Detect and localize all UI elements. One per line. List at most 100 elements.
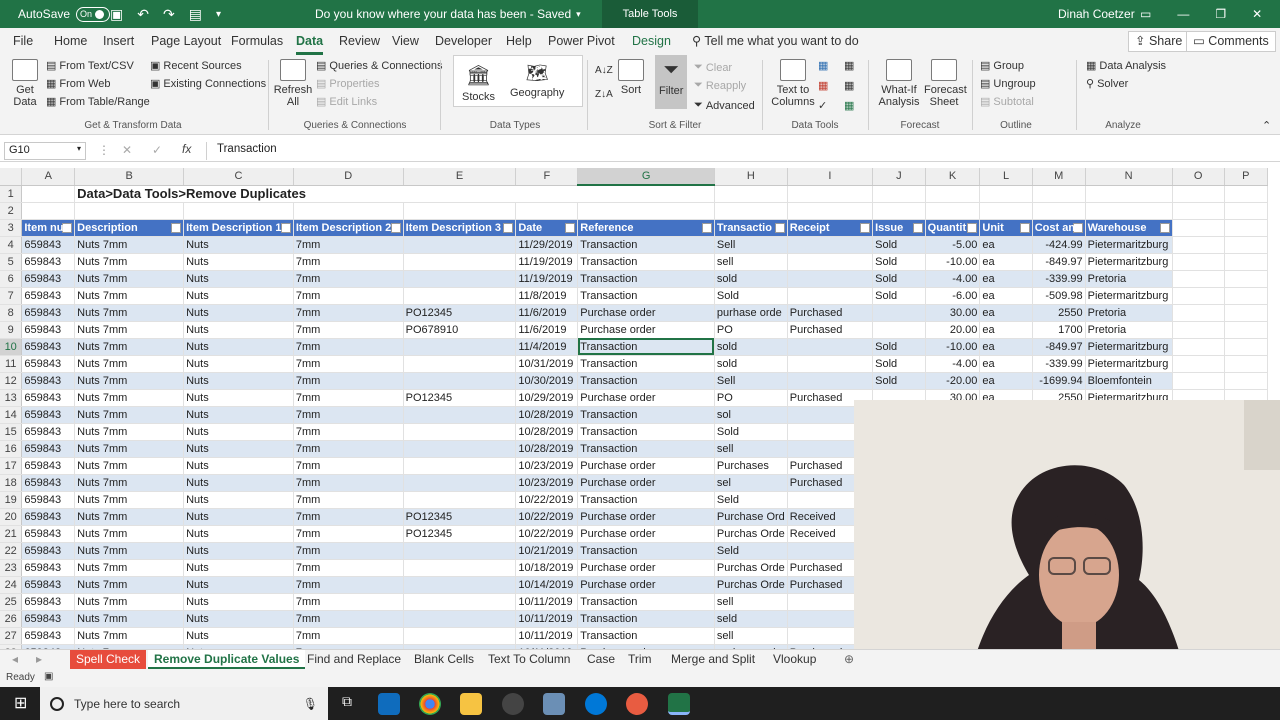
cell[interactable]: 7mm: [293, 610, 404, 628]
sheet-tab-spell-check[interactable]: Spell Check: [70, 650, 147, 669]
cell[interactable]: Nuts 7mm: [74, 406, 185, 424]
cell[interactable]: 659843: [21, 457, 76, 475]
row-header[interactable]: 11: [0, 355, 23, 373]
cell[interactable]: Nuts: [183, 491, 294, 509]
cell[interactable]: Sold: [872, 338, 926, 356]
cell[interactable]: PO12345: [403, 389, 517, 407]
macro-record-icon[interactable]: ▣: [44, 671, 53, 682]
table-column-header[interactable]: Reference: [577, 219, 715, 237]
cell[interactable]: 10/31/2019: [515, 355, 579, 373]
cell[interactable]: 7mm: [293, 474, 404, 492]
sheet-tab-text-to-column[interactable]: Text To Column: [482, 650, 576, 669]
cell[interactable]: 659843: [21, 304, 76, 322]
cell[interactable]: Transaction: [577, 372, 715, 390]
cell[interactable]: Nuts 7mm: [74, 389, 185, 407]
cell[interactable]: ea: [979, 338, 1033, 356]
cell[interactable]: 7mm: [293, 372, 404, 390]
cell[interactable]: [787, 287, 874, 305]
add-sheet-icon[interactable]: ⊕: [838, 650, 860, 669]
queries-connections-button[interactable]: ▤ Queries & Connections: [316, 59, 443, 73]
cell[interactable]: sell: [714, 440, 788, 458]
cell[interactable]: 10/23/2019: [515, 457, 579, 475]
cell[interactable]: Transaction: [577, 593, 715, 611]
cell[interactable]: Transaction: [577, 287, 715, 305]
cell[interactable]: Nuts 7mm: [74, 338, 185, 356]
existing-connections-button[interactable]: ▣ Existing Connections: [150, 77, 266, 91]
tab-developer[interactable]: Developer: [435, 28, 492, 55]
cell[interactable]: [1224, 202, 1268, 220]
what-if-analysis-button[interactable]: What-If Analysis: [877, 59, 921, 108]
cell[interactable]: Nuts 7mm: [74, 423, 185, 441]
cell[interactable]: Transaction: [577, 270, 715, 288]
edge-icon[interactable]: [585, 693, 607, 715]
row-header[interactable]: 24: [0, 576, 23, 594]
row-header[interactable]: 20: [0, 508, 23, 526]
cell[interactable]: 7mm: [293, 270, 404, 288]
cell[interactable]: 10/30/2019: [515, 372, 579, 390]
next-sheet-icon[interactable]: ▸: [30, 650, 48, 669]
cell[interactable]: [403, 355, 517, 373]
cell[interactable]: Nuts: [183, 372, 294, 390]
row-header[interactable]: 4: [0, 236, 23, 254]
cell[interactable]: -339.99: [1032, 355, 1086, 373]
row-header[interactable]: 9: [0, 321, 23, 339]
comments-button[interactable]: ▭ Comments: [1186, 31, 1276, 52]
cell[interactable]: Nuts 7mm: [74, 525, 185, 543]
table-column-header[interactable]: Item Description 1: [183, 219, 294, 237]
cell[interactable]: 7mm: [293, 627, 404, 645]
cell[interactable]: 7mm: [293, 321, 404, 339]
cell[interactable]: sell: [714, 627, 788, 645]
flash-fill-button[interactable]: ▦: [818, 59, 828, 72]
cell[interactable]: 659843: [21, 593, 76, 611]
row-header[interactable]: 13: [0, 389, 23, 407]
cell[interactable]: Nuts: [183, 576, 294, 594]
cell[interactable]: [872, 202, 926, 220]
sheet-tab-remove-duplicate-values[interactable]: Remove Duplicate Values: [148, 650, 306, 669]
cell[interactable]: Nuts 7mm: [74, 508, 185, 526]
tab-design[interactable]: Design: [632, 28, 671, 55]
cell[interactable]: Nuts: [183, 593, 294, 611]
cell[interactable]: [403, 372, 517, 390]
cell[interactable]: 10/22/2019: [515, 491, 579, 509]
cell[interactable]: Sold: [872, 355, 926, 373]
cell[interactable]: [515, 202, 579, 220]
cell[interactable]: 30.00: [925, 304, 981, 322]
cell[interactable]: 10/22/2019: [515, 525, 579, 543]
filter-dropdown-icon[interactable]: [967, 222, 978, 233]
cell[interactable]: Sold: [714, 287, 788, 305]
cell[interactable]: Pietermaritzburg: [1085, 236, 1173, 254]
cell[interactable]: 10/29/2019: [515, 389, 579, 407]
cell[interactable]: [1224, 372, 1268, 390]
row-header[interactable]: 14: [0, 406, 23, 424]
row-header[interactable]: 12: [0, 372, 23, 390]
excel-icon[interactable]: [668, 693, 690, 715]
cell[interactable]: [787, 355, 874, 373]
cell[interactable]: 7mm: [293, 287, 404, 305]
cancel-icon[interactable]: ✕: [122, 143, 132, 157]
cell[interactable]: 11/6/2019: [515, 321, 579, 339]
cell[interactable]: 659843: [21, 270, 76, 288]
sheet-tab-merge-and-split[interactable]: Merge and Split: [665, 650, 761, 669]
cell[interactable]: [872, 321, 926, 339]
filter-dropdown-icon[interactable]: [860, 222, 871, 233]
cell[interactable]: 659843: [21, 491, 76, 509]
sheet-tab-find-and-replace[interactable]: Find and Replace: [301, 650, 407, 669]
filter-dropdown-icon[interactable]: [1159, 222, 1170, 233]
cell[interactable]: 7mm: [293, 457, 404, 475]
row-header[interactable]: 6: [0, 270, 23, 288]
cell[interactable]: -5.00: [925, 236, 981, 254]
cell[interactable]: Purchase Ord: [714, 508, 788, 526]
cell[interactable]: Transaction: [577, 610, 715, 628]
cell[interactable]: [403, 593, 517, 611]
redo-icon[interactable]: ↷: [163, 6, 175, 23]
cell[interactable]: 659843: [21, 576, 76, 594]
prev-sheet-icon[interactable]: ◂: [6, 650, 24, 669]
subtotal-button[interactable]: ▤ Subtotal: [980, 95, 1034, 109]
cell[interactable]: Pietermaritzburg: [1085, 338, 1173, 356]
filter-button[interactable]: ⏷ Filter: [655, 55, 688, 109]
share-button[interactable]: ⇪ Share: [1128, 31, 1190, 52]
cell[interactable]: [293, 202, 404, 220]
cell[interactable]: Purchase order: [577, 457, 715, 475]
cell[interactable]: 10/22/2019: [515, 508, 579, 526]
cell[interactable]: [1032, 202, 1086, 220]
